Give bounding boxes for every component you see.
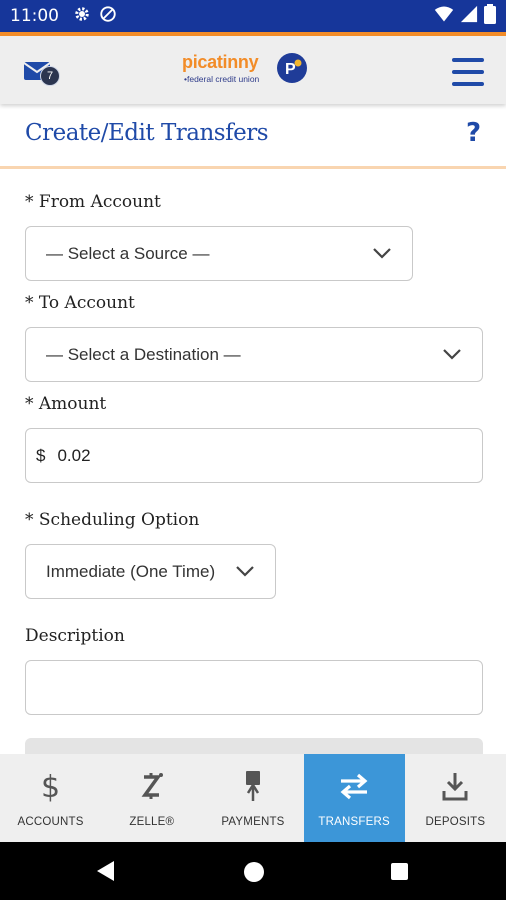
do-not-disturb-icon xyxy=(99,5,117,28)
from-account-value: — Select a Source — xyxy=(46,243,210,263)
status-time: 11:00 xyxy=(10,6,59,26)
amount-label: * Amount xyxy=(25,394,107,414)
nav-payments[interactable]: PAYMENTS xyxy=(202,754,303,842)
system-nav-bar xyxy=(0,842,506,900)
home-icon[interactable] xyxy=(244,862,264,882)
nav-zelle[interactable]: ZELLE® xyxy=(101,754,202,842)
settings-icon xyxy=(73,5,91,28)
amount-field[interactable]: $ 0.02 xyxy=(25,428,483,483)
logo-subtitle: •federal credit union xyxy=(184,74,260,84)
signal-icon xyxy=(460,5,478,28)
nav-label: ZELLE® xyxy=(129,816,175,828)
scheduling-option-select[interactable]: Immediate (One Time) xyxy=(25,544,276,599)
to-account-select[interactable]: — Select a Destination — xyxy=(25,327,483,382)
menu-bar xyxy=(452,70,484,74)
page-title: Create/Edit Transfers xyxy=(25,120,269,146)
chevron-down-icon xyxy=(442,345,462,365)
dollar-icon: $ xyxy=(38,768,64,804)
logo-mark-icon: P xyxy=(277,53,307,83)
hamburger-menu-button[interactable] xyxy=(452,58,484,86)
zelle-icon xyxy=(139,768,165,804)
nav-deposits[interactable]: DEPOSITS xyxy=(405,754,506,842)
to-account-value: — Select a Destination — xyxy=(46,344,241,364)
bottom-nav: $ ACCOUNTS ZELLE® PAYMENTS TRANSFERS DEP… xyxy=(0,754,506,842)
nav-accounts[interactable]: $ ACCOUNTS xyxy=(0,754,101,842)
from-account-select[interactable]: — Select a Source — xyxy=(25,226,413,281)
recents-icon[interactable] xyxy=(391,863,408,880)
status-bar: 11:00 xyxy=(0,0,506,32)
nav-label: ACCOUNTS xyxy=(17,816,84,828)
back-icon[interactable] xyxy=(96,860,116,887)
wifi-icon xyxy=(434,5,454,28)
brand-logo: picatinny •federal credit union P xyxy=(182,50,312,90)
inbox-button[interactable]: 7 xyxy=(24,56,60,88)
transfer-arrows-icon xyxy=(338,768,370,804)
nav-transfers[interactable]: TRANSFERS xyxy=(303,754,405,842)
app-header: 7 picatinny •federal credit union P xyxy=(0,32,506,104)
menu-bar xyxy=(452,82,484,86)
scheduling-option-label: * Scheduling Option xyxy=(25,510,200,530)
scheduling-option-value: Immediate (One Time) xyxy=(46,561,216,581)
svg-text:P: P xyxy=(285,61,296,78)
payments-icon xyxy=(240,768,266,804)
inbox-badge: 7 xyxy=(40,66,60,86)
download-icon xyxy=(441,768,469,804)
chevron-down-icon xyxy=(372,244,392,264)
svg-text:$: $ xyxy=(41,770,60,803)
nav-label: PAYMENTS xyxy=(221,816,285,828)
chevron-down-icon xyxy=(235,562,255,582)
battery-icon xyxy=(484,3,496,29)
description-field[interactable] xyxy=(25,660,483,715)
menu-bar xyxy=(452,58,484,62)
title-divider xyxy=(0,166,506,169)
to-account-label: * To Account xyxy=(25,293,135,313)
help-icon[interactable]: ? xyxy=(466,118,481,148)
logo-name: picatinny xyxy=(182,52,259,72)
from-account-label: * From Account xyxy=(25,192,161,212)
amount-value: 0.02 xyxy=(57,445,91,465)
currency-symbol: $ xyxy=(36,445,46,465)
nav-label: DEPOSITS xyxy=(425,816,486,828)
nav-label: TRANSFERS xyxy=(318,816,390,828)
description-label: Description xyxy=(25,626,125,646)
